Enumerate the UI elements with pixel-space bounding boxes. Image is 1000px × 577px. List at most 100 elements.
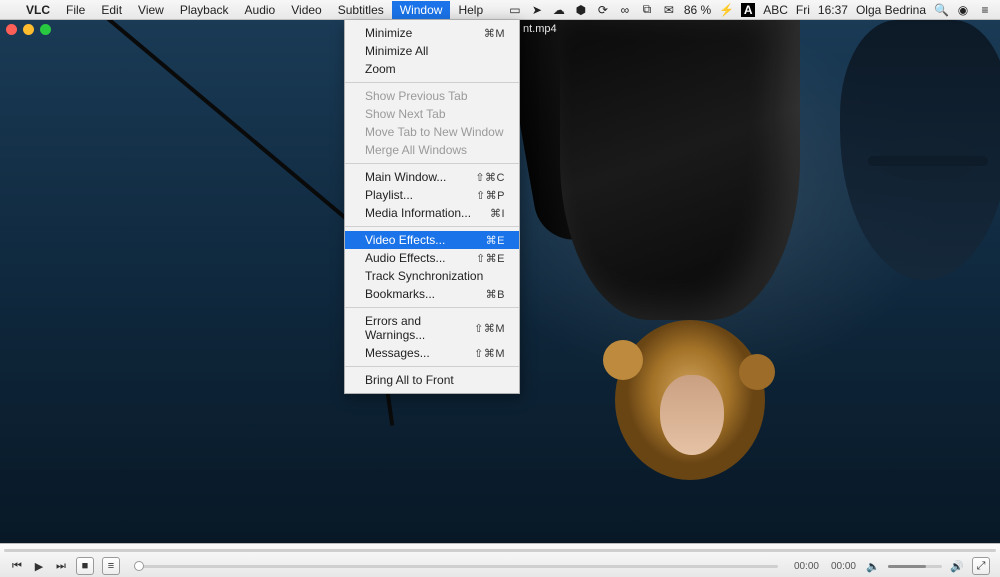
- sync-icon[interactable]: ⟳: [596, 3, 610, 17]
- battery-icon[interactable]: ⚡: [719, 3, 733, 17]
- menu-item-messages[interactable]: Messages... ⇧⌘M: [345, 344, 519, 362]
- fullscreen-button[interactable]: ⤢: [972, 557, 990, 575]
- menu-item-label: Show Previous Tab: [365, 89, 468, 103]
- clock-day: Fri: [796, 3, 810, 17]
- menu-item-bookmarks[interactable]: Bookmarks... ⌘B: [345, 285, 519, 303]
- mail-icon[interactable]: ✉: [662, 3, 676, 17]
- play-button[interactable]: ▶: [28, 557, 50, 575]
- menu-item-label: Track Synchronization: [365, 269, 483, 283]
- menu-item-shortcut: ⇧⌘M: [474, 322, 505, 335]
- screen-icon[interactable]: ▭: [508, 3, 522, 17]
- background-hat: [880, 136, 976, 180]
- menu-item-shortcut: ⌘E: [486, 234, 505, 247]
- menu-help[interactable]: Help: [450, 1, 491, 19]
- dropbox-icon[interactable]: ⬢: [574, 3, 588, 17]
- menu-item-show-next-tab: Show Next Tab: [345, 105, 519, 123]
- macos-menubar: VLC File Edit View Playback Audio Video …: [0, 0, 1000, 20]
- menu-playback[interactable]: Playback: [172, 1, 237, 19]
- menu-video[interactable]: Video: [283, 1, 329, 19]
- menu-item-label: Video Effects...: [365, 233, 445, 247]
- upside-down-singer: [520, 20, 840, 520]
- app-menu[interactable]: VLC: [18, 1, 58, 19]
- menu-item-shortcut: ⇧⌘P: [476, 189, 505, 202]
- menu-item-label: Playlist...: [365, 188, 413, 202]
- time-elapsed: 00:00: [794, 561, 819, 572]
- menu-item-label: Messages...: [365, 346, 430, 360]
- window-menu-dropdown[interactable]: Minimize ⌘M Minimize All Zoom Show Previous …: [344, 20, 520, 394]
- seek-bar[interactable]: [4, 546, 996, 554]
- next-button[interactable]: ⏭: [50, 557, 72, 575]
- menu-item-label: Main Window...: [365, 170, 446, 184]
- menu-item-label: Show Next Tab: [365, 107, 446, 121]
- spotlight-icon[interactable]: 🔍: [934, 3, 948, 17]
- menu-view[interactable]: View: [130, 1, 172, 19]
- menu-file[interactable]: File: [58, 1, 93, 19]
- window-title: nt.mp4: [523, 23, 557, 35]
- input-source-icon[interactable]: A: [741, 3, 755, 17]
- menu-item-label: Errors and Warnings...: [365, 314, 474, 342]
- menu-item-move-tab-to-new-window: Move Tab to New Window: [345, 123, 519, 141]
- window-traffic-lights: [6, 24, 51, 35]
- menu-separator: [345, 226, 519, 227]
- progress-knob[interactable]: [134, 561, 144, 571]
- close-window-button[interactable]: [6, 24, 17, 35]
- prev-button[interactable]: ⏮: [6, 557, 28, 575]
- cloud-icon[interactable]: ☁: [552, 3, 566, 17]
- menubar-right: ▭ ➤ ☁ ⬢ ⟳ ∞ ⧉ ✉ 86 % ⚡ A ABC Fri 16:37 O…: [508, 2, 992, 17]
- menu-item-label: Bring All to Front: [365, 373, 454, 387]
- menu-item-shortcut: ⇧⌘E: [476, 252, 505, 265]
- menu-item-shortcut: ⌘M: [484, 27, 505, 40]
- minimize-window-button[interactable]: [23, 24, 34, 35]
- menubar-left: VLC File Edit View Playback Audio Video …: [8, 1, 491, 19]
- volume-control[interactable]: 🔈 🔊: [862, 557, 968, 575]
- playlist-button[interactable]: ≡: [102, 557, 120, 575]
- time-total: 00:00: [831, 561, 856, 572]
- menu-item-shortcut: ⌘I: [490, 207, 505, 220]
- clock-time: 16:37: [818, 3, 848, 17]
- siri-icon[interactable]: ◉: [956, 3, 970, 17]
- menu-window[interactable]: Window: [392, 1, 451, 19]
- menu-item-playlist[interactable]: Playlist... ⇧⌘P: [345, 186, 519, 204]
- menu-item-audio-effects[interactable]: Audio Effects... ⇧⌘E: [345, 249, 519, 267]
- menu-item-track-synchronization[interactable]: Track Synchronization: [345, 267, 519, 285]
- menu-subtitles[interactable]: Subtitles: [330, 1, 392, 19]
- menu-item-label: Zoom: [365, 62, 396, 76]
- menu-item-label: Audio Effects...: [365, 251, 446, 265]
- menu-item-shortcut: ⇧⌘M: [474, 347, 505, 360]
- keyboard-layout[interactable]: ABC: [763, 3, 788, 17]
- menu-item-minimize-all[interactable]: Minimize All: [345, 42, 519, 60]
- player-controls: ⏮ ▶ ⏭ ■ ≡ 00:00 00:00 🔈 🔊 ⤢: [0, 543, 1000, 577]
- menu-edit[interactable]: Edit: [93, 1, 130, 19]
- wifi-icon[interactable]: ⧉: [640, 2, 654, 17]
- menu-item-bring-all-to-front[interactable]: Bring All to Front: [345, 371, 519, 389]
- volume-slider[interactable]: [888, 565, 942, 568]
- menu-item-label: Merge All Windows: [365, 143, 467, 157]
- menu-item-video-effects[interactable]: Video Effects... ⌘E: [345, 231, 519, 249]
- menu-item-shortcut: ⌘B: [486, 288, 505, 301]
- location-icon[interactable]: ➤: [530, 3, 544, 17]
- menu-item-label: Bookmarks...: [365, 287, 435, 301]
- menu-item-zoom[interactable]: Zoom: [345, 60, 519, 78]
- menu-item-errors-and-warnings[interactable]: Errors and Warnings...⇧⌘M: [345, 312, 519, 344]
- menu-audio[interactable]: Audio: [237, 1, 284, 19]
- menu-item-media-information[interactable]: Media Information... ⌘I: [345, 204, 519, 222]
- notification-center-icon[interactable]: ≡: [978, 3, 992, 17]
- menu-item-shortcut: ⇧⌘C: [475, 171, 505, 184]
- menu-item-main-window[interactable]: Main Window... ⇧⌘C: [345, 168, 519, 186]
- progress-bar[interactable]: [134, 562, 778, 570]
- menu-item-minimize[interactable]: Minimize ⌘M: [345, 24, 519, 42]
- menu-separator: [345, 366, 519, 367]
- zoom-window-button[interactable]: [40, 24, 51, 35]
- infinity-icon[interactable]: ∞: [618, 3, 632, 17]
- user-name[interactable]: Olga Bedrina: [856, 3, 926, 17]
- menu-item-label: Media Information...: [365, 206, 471, 220]
- menu-item-label: Move Tab to New Window: [365, 125, 504, 139]
- menu-item-merge-all-windows: Merge All Windows: [345, 141, 519, 159]
- volume-high-icon: 🔊: [946, 557, 968, 575]
- menu-item-label: Minimize: [365, 26, 412, 40]
- stop-button[interactable]: ■: [76, 557, 94, 575]
- volume-low-icon: 🔈: [862, 557, 884, 575]
- menu-item-label: Minimize All: [365, 44, 428, 58]
- battery-percent: 86 %: [684, 3, 711, 17]
- menu-separator: [345, 82, 519, 83]
